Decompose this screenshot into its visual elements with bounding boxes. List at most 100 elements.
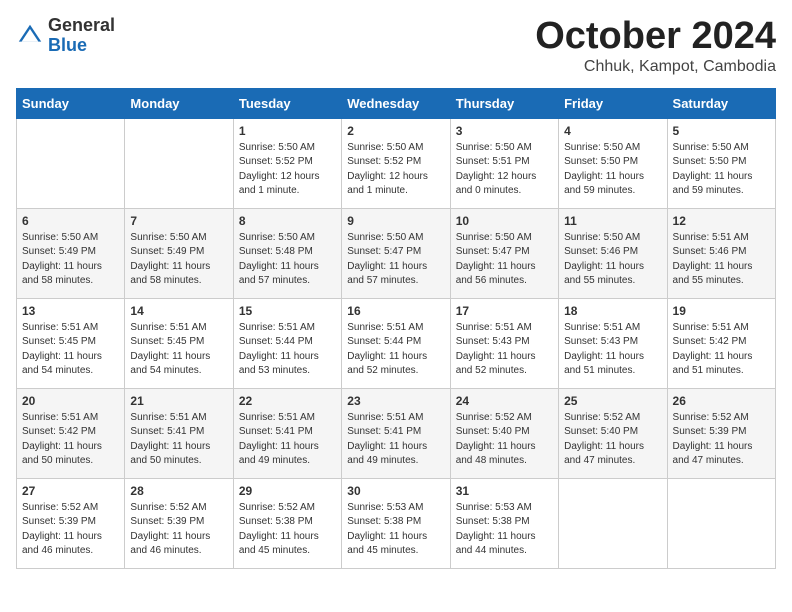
day-info: Sunrise: 5:50 AM Sunset: 5:46 PM Dayligh… — [564, 231, 661, 289]
day-info: Sunrise: 5:52 AM Sunset: 5:39 PM Dayligh… — [130, 501, 227, 559]
day-info: Sunrise: 5:50 AM Sunset: 5:49 PM Dayligh… — [22, 231, 119, 289]
day-info: Sunrise: 5:50 AM Sunset: 5:48 PM Dayligh… — [239, 231, 336, 289]
day-number: 22 — [239, 394, 336, 408]
day-number: 16 — [347, 304, 444, 318]
day-info: Sunrise: 5:51 AM Sunset: 5:41 PM Dayligh… — [347, 411, 444, 469]
day-number: 12 — [673, 214, 770, 228]
calendar-cell — [559, 478, 667, 568]
calendar-cell: 1 Sunrise: 5:50 AM Sunset: 5:52 PM Daylig… — [233, 118, 341, 208]
day-info: Sunrise: 5:51 AM Sunset: 5:44 PM Dayligh… — [239, 321, 336, 379]
weekday-header-sunday: Sunday — [17, 88, 125, 118]
month-title: October 2024 — [535, 16, 776, 58]
calendar-cell: 28Sunrise: 5:52 AM Sunset: 5:39 PM Dayli… — [125, 478, 233, 568]
weekday-header-monday: Monday — [125, 88, 233, 118]
calendar-cell: 20 Sunrise: 5:51 AM Sunset: 5:42 PM Dayli… — [17, 388, 125, 478]
calendar-cell: 17 Sunrise: 5:51 AM Sunset: 5:43 PM Dayli… — [450, 298, 558, 388]
day-info: Sunrise: 5:50 AM Sunset: 5:52 PM Dayligh… — [347, 141, 444, 199]
day-info: Sunrise: 5:51 AM Sunset: 5:42 PM Dayligh… — [673, 321, 770, 379]
day-number: 21 — [130, 394, 227, 408]
day-info: Sunrise: 5:51 AM Sunset: 5:41 PM Dayligh… — [130, 411, 227, 469]
logo-icon — [16, 22, 44, 50]
calendar-cell: 7 Sunrise: 5:50 AM Sunset: 5:49 PM Daylig… — [125, 208, 233, 298]
weekday-header-saturday: Saturday — [667, 88, 775, 118]
day-info: Sunrise: 5:50 AM Sunset: 5:47 PM Dayligh… — [456, 231, 553, 289]
day-info: Sunrise: 5:51 AM Sunset: 5:42 PM Dayligh… — [22, 411, 119, 469]
day-number: 13 — [22, 304, 119, 318]
day-number: 17 — [456, 304, 553, 318]
day-number: 31 — [456, 484, 553, 498]
day-number: 30 — [347, 484, 444, 498]
calendar-cell: 21 Sunrise: 5:51 AM Sunset: 5:41 PM Dayli… — [125, 388, 233, 478]
calendar-cell: 25Sunrise: 5:52 AM Sunset: 5:40 PM Dayli… — [559, 388, 667, 478]
day-number: 29 — [239, 484, 336, 498]
calendar-cell: 16Sunrise: 5:51 AM Sunset: 5:44 PM Dayli… — [342, 298, 450, 388]
day-info: Sunrise: 5:53 AM Sunset: 5:38 PM Dayligh… — [456, 501, 553, 559]
day-number: 20 — [22, 394, 119, 408]
weekday-header-wednesday: Wednesday — [342, 88, 450, 118]
calendar-cell: 3 Sunrise: 5:50 AM Sunset: 5:51 PM Daylig… — [450, 118, 558, 208]
day-number: 7 — [130, 214, 227, 228]
day-number: 27 — [22, 484, 119, 498]
calendar-cell: 15 Sunrise: 5:51 AM Sunset: 5:44 PM Dayli… — [233, 298, 341, 388]
calendar-cell — [667, 478, 775, 568]
day-info: Sunrise: 5:50 AM Sunset: 5:50 PM Dayligh… — [564, 141, 661, 199]
calendar-table: SundayMondayTuesdayWednesdayThursdayFrid… — [16, 88, 776, 569]
calendar-cell: 29 Sunrise: 5:52 AM Sunset: 5:38 PM Dayli… — [233, 478, 341, 568]
day-info: Sunrise: 5:52 AM Sunset: 5:39 PM Dayligh… — [22, 501, 119, 559]
day-number: 4 — [564, 124, 661, 138]
weekday-header-thursday: Thursday — [450, 88, 558, 118]
calendar-cell: 19Sunrise: 5:51 AM Sunset: 5:42 PM Dayli… — [667, 298, 775, 388]
calendar-cell: 5 Sunrise: 5:50 AM Sunset: 5:50 PM Daylig… — [667, 118, 775, 208]
day-number: 14 — [130, 304, 227, 318]
day-info: Sunrise: 5:51 AM Sunset: 5:45 PM Dayligh… — [22, 321, 119, 379]
calendar-cell: 23 Sunrise: 5:51 AM Sunset: 5:41 PM Dayli… — [342, 388, 450, 478]
weekday-header-tuesday: Tuesday — [233, 88, 341, 118]
calendar-cell: 18 Sunrise: 5:51 AM Sunset: 5:43 PM Dayli… — [559, 298, 667, 388]
day-number: 23 — [347, 394, 444, 408]
calendar-cell: 22 Sunrise: 5:51 AM Sunset: 5:41 PM Dayli… — [233, 388, 341, 478]
calendar-cell: 2 Sunrise: 5:50 AM Sunset: 5:52 PM Daylig… — [342, 118, 450, 208]
day-info: Sunrise: 5:51 AM Sunset: 5:43 PM Dayligh… — [456, 321, 553, 379]
calendar-cell: 6 Sunrise: 5:50 AM Sunset: 5:49 PM Daylig… — [17, 208, 125, 298]
day-number: 6 — [22, 214, 119, 228]
day-number: 8 — [239, 214, 336, 228]
calendar-cell: 14Sunrise: 5:51 AM Sunset: 5:45 PM Dayli… — [125, 298, 233, 388]
day-info: Sunrise: 5:50 AM Sunset: 5:47 PM Dayligh… — [347, 231, 444, 289]
day-number: 18 — [564, 304, 661, 318]
calendar-cell — [125, 118, 233, 208]
calendar-cell: 31 Sunrise: 5:53 AM Sunset: 5:38 PM Dayli… — [450, 478, 558, 568]
calendar-cell: 27 Sunrise: 5:52 AM Sunset: 5:39 PM Dayli… — [17, 478, 125, 568]
calendar-cell: 13 Sunrise: 5:51 AM Sunset: 5:45 PM Dayli… — [17, 298, 125, 388]
day-number: 3 — [456, 124, 553, 138]
calendar-cell: 11 Sunrise: 5:50 AM Sunset: 5:46 PM Dayli… — [559, 208, 667, 298]
calendar-cell: 9 Sunrise: 5:50 AM Sunset: 5:47 PM Daylig… — [342, 208, 450, 298]
day-info: Sunrise: 5:51 AM Sunset: 5:43 PM Dayligh… — [564, 321, 661, 379]
location-title: Chhuk, Kampot, Cambodia — [535, 58, 776, 76]
day-number: 15 — [239, 304, 336, 318]
day-number: 10 — [456, 214, 553, 228]
day-info: Sunrise: 5:50 AM Sunset: 5:49 PM Dayligh… — [130, 231, 227, 289]
day-info: Sunrise: 5:52 AM Sunset: 5:39 PM Dayligh… — [673, 411, 770, 469]
day-number: 2 — [347, 124, 444, 138]
day-number: 1 — [239, 124, 336, 138]
title-area: October 2024 Chhuk, Kampot, Cambodia — [535, 16, 776, 76]
calendar-cell: 12 Sunrise: 5:51 AM Sunset: 5:46 PM Dayli… — [667, 208, 775, 298]
day-number: 11 — [564, 214, 661, 228]
day-info: Sunrise: 5:51 AM Sunset: 5:41 PM Dayligh… — [239, 411, 336, 469]
day-number: 9 — [347, 214, 444, 228]
day-info: Sunrise: 5:50 AM Sunset: 5:50 PM Dayligh… — [673, 141, 770, 199]
day-number: 24 — [456, 394, 553, 408]
day-info: Sunrise: 5:52 AM Sunset: 5:40 PM Dayligh… — [564, 411, 661, 469]
calendar-cell: 10 Sunrise: 5:50 AM Sunset: 5:47 PM Dayli… — [450, 208, 558, 298]
day-info: Sunrise: 5:52 AM Sunset: 5:38 PM Dayligh… — [239, 501, 336, 559]
day-number: 5 — [673, 124, 770, 138]
day-info: Sunrise: 5:50 AM Sunset: 5:51 PM Dayligh… — [456, 141, 553, 199]
day-info: Sunrise: 5:51 AM Sunset: 5:46 PM Dayligh… — [673, 231, 770, 289]
calendar-cell: 4 Sunrise: 5:50 AM Sunset: 5:50 PM Daylig… — [559, 118, 667, 208]
calendar-cell: 26Sunrise: 5:52 AM Sunset: 5:39 PM Dayli… — [667, 388, 775, 478]
day-info: Sunrise: 5:50 AM Sunset: 5:52 PM Dayligh… — [239, 141, 336, 199]
day-info: Sunrise: 5:52 AM Sunset: 5:40 PM Dayligh… — [456, 411, 553, 469]
logo: General Blue — [16, 16, 115, 56]
day-info: Sunrise: 5:53 AM Sunset: 5:38 PM Dayligh… — [347, 501, 444, 559]
calendar-cell: 24 Sunrise: 5:52 AM Sunset: 5:40 PM Dayli… — [450, 388, 558, 478]
